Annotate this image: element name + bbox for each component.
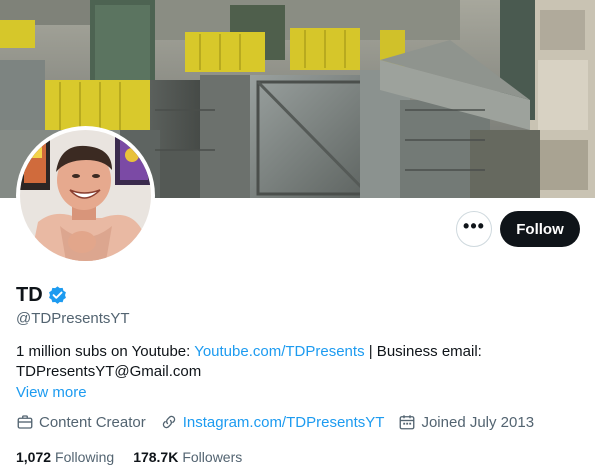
profile-stats: 1,072 Following 178.7K Followers — [16, 449, 261, 465]
following-label: Following — [55, 449, 115, 465]
more-options-button[interactable]: ••• — [456, 211, 492, 247]
meta-joined-label: Joined July 2013 — [421, 413, 535, 431]
bio-email: TDPresentsYT@Gmail.com — [16, 363, 202, 380]
followers-count: 178.7K — [133, 449, 179, 465]
followers-label: Followers — [182, 449, 243, 465]
profile-handle: @TDPresentsYT — [16, 310, 130, 327]
meta-website-link[interactable]: Instagram.com/TDPresentsYT — [183, 414, 385, 431]
meta-joined: Joined July 2013 — [398, 413, 534, 431]
profile-avatar[interactable] — [16, 126, 155, 265]
following-stat[interactable]: 1,072 Following — [16, 449, 114, 465]
more-horizontal-icon: ••• — [463, 216, 485, 236]
meta-category: Content Creator — [16, 413, 146, 431]
followers-stat[interactable]: 178.7K Followers — [133, 449, 242, 465]
verified-badge-icon[interactable] — [47, 285, 68, 306]
view-more-link[interactable]: View more — [16, 384, 87, 401]
meta-website[interactable]: Instagram.com/TDPresentsYT — [160, 413, 385, 431]
profile-name-row: TD — [16, 284, 68, 307]
following-count: 1,072 — [16, 449, 52, 465]
profile-bio: 1 million subs on Youtube: Youtube.com/T… — [16, 342, 576, 382]
bio-text-middle: | Business email: — [364, 343, 482, 360]
display-name: TD — [16, 284, 43, 306]
bio-text: 1 million subs on Youtube: — [16, 343, 195, 360]
briefcase-icon — [17, 415, 33, 429]
calendar-icon — [400, 415, 415, 430]
profile-meta: Content Creator Instagram.com/TDPresents… — [16, 413, 548, 431]
avatar-image — [20, 130, 151, 261]
follow-button[interactable]: Follow — [500, 211, 580, 247]
bio-youtube-link[interactable]: Youtube.com/TDPresents — [194, 343, 364, 360]
meta-category-label: Content Creator — [39, 413, 146, 431]
link-icon — [162, 415, 175, 429]
